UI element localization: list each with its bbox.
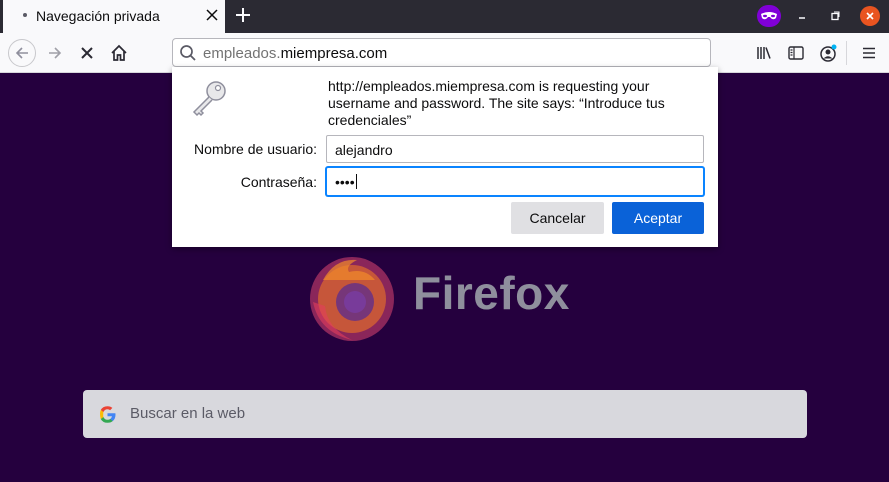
- username-value: alejandro: [335, 142, 393, 158]
- tab-loading-indicator: [23, 13, 27, 17]
- minimize-icon[interactable]: [793, 7, 811, 25]
- private-mask-icon: [757, 5, 781, 27]
- key-icon: [190, 79, 230, 117]
- username-label: Nombre de usuario:: [194, 141, 317, 157]
- auth-message: http://empleados.miempresa.com is reques…: [328, 78, 665, 128]
- plus-icon[interactable]: [233, 5, 253, 25]
- web-search-box[interactable]: Buscar en la web: [83, 390, 807, 438]
- password-label: Contraseña:: [240, 174, 317, 190]
- firefox-wordmark: Firefox: [413, 267, 570, 319]
- close-icon[interactable]: [203, 6, 221, 24]
- home-icon[interactable]: [105, 39, 133, 67]
- library-icon[interactable]: [753, 42, 775, 64]
- url-text: empleados.miempresa.com: [203, 45, 387, 62]
- firefox-logo-icon: [305, 250, 399, 344]
- back-arrow-icon[interactable]: [8, 39, 36, 67]
- google-icon: [98, 405, 117, 424]
- tab-strip: Navegación privada: [0, 0, 889, 33]
- cancel-button[interactable]: Cancelar: [511, 202, 604, 234]
- toolbar-separator: [846, 41, 847, 65]
- tab-private-browsing[interactable]: Navegación privada: [3, 0, 225, 33]
- tab-title: Navegación privada: [36, 8, 160, 24]
- search-placeholder: Buscar en la web: [130, 405, 246, 422]
- url-domain: miempresa.com: [280, 45, 388, 62]
- search-icon: [179, 44, 197, 62]
- hamburger-menu-icon[interactable]: [858, 42, 880, 64]
- sidebar-icon[interactable]: [785, 42, 807, 64]
- restore-icon[interactable]: [826, 7, 844, 25]
- text-caret: [355, 174, 357, 189]
- url-subdomain: empleados.: [203, 45, 281, 62]
- password-field[interactable]: ••••: [326, 167, 704, 196]
- auth-dialog: http://empleados.miempresa.com is reques…: [172, 67, 718, 247]
- address-bar[interactable]: empleados.miempresa.com: [172, 38, 711, 67]
- username-field[interactable]: alejandro: [326, 135, 704, 163]
- accept-button[interactable]: Aceptar: [612, 202, 704, 234]
- forward-arrow-icon[interactable]: [41, 39, 69, 67]
- password-mask: ••••: [335, 174, 355, 190]
- window-close-icon[interactable]: [860, 6, 880, 26]
- stop-icon[interactable]: [73, 39, 101, 67]
- account-icon[interactable]: [817, 42, 839, 64]
